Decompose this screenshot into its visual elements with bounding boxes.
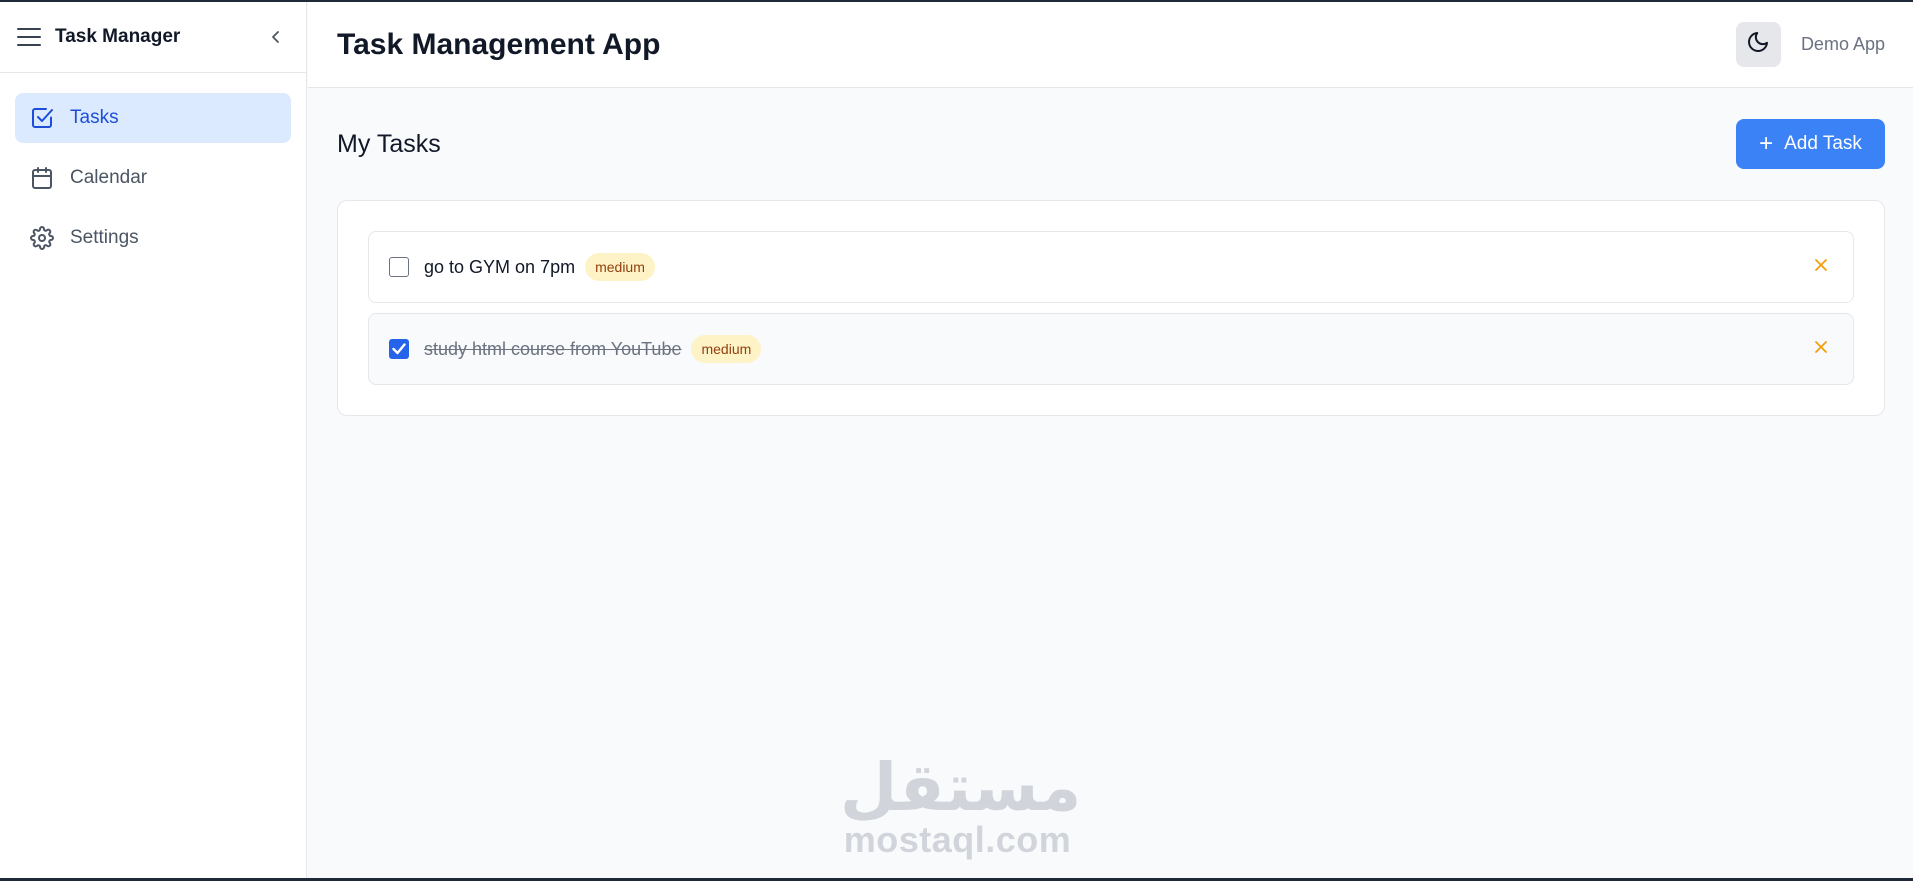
- sidebar: Task Manager Tasks Calendar Settings: [0, 2, 307, 878]
- task-checkbox[interactable]: [389, 257, 409, 277]
- task-checkbox[interactable]: [389, 339, 409, 359]
- moon-icon: [1746, 30, 1770, 59]
- demo-app-label: Demo App: [1800, 34, 1885, 54]
- add-task-label: Add Task: [1784, 133, 1862, 154]
- top-bar: Task Management App Demo App: [308, 2, 1913, 88]
- watermark-arabic: مستقل: [840, 749, 1082, 826]
- plus-icon: +: [1759, 130, 1774, 157]
- priority-badge: medium: [691, 335, 762, 363]
- page-title: Task Management App: [337, 27, 661, 61]
- sidebar-item-settings[interactable]: Settings: [15, 213, 291, 263]
- close-icon: [1814, 258, 1828, 277]
- sidebar-item-label: Calendar: [70, 167, 148, 188]
- theme-toggle-button[interactable]: [1735, 22, 1781, 67]
- menu-icon[interactable]: [16, 25, 42, 49]
- watermark-latin: mostaql.com: [843, 819, 1072, 860]
- tasks-header: My Tasks + Add Task: [337, 119, 1885, 169]
- section-title: My Tasks: [337, 129, 441, 158]
- task-item: go to GYM on 7pm medium: [368, 231, 1854, 303]
- delete-task-button[interactable]: [1809, 337, 1833, 361]
- add-task-button[interactable]: + Add Task: [1736, 119, 1885, 169]
- main-content: My Tasks + Add Task go to GYM on 7pm med…: [308, 89, 1913, 878]
- task-text: study html course from YouTube: [424, 338, 682, 359]
- app-window: Task Manager Tasks Calendar Settings Tas…: [0, 0, 1913, 881]
- calendar-icon: [30, 166, 54, 190]
- sidebar-item-calendar[interactable]: Calendar: [15, 153, 291, 203]
- delete-task-button[interactable]: [1809, 255, 1833, 279]
- sidebar-nav: Tasks Calendar Settings: [0, 73, 306, 293]
- sidebar-title: Task Manager: [55, 26, 181, 47]
- sidebar-item-label: Tasks: [70, 107, 119, 128]
- close-icon: [1814, 340, 1828, 359]
- priority-badge: medium: [585, 253, 655, 281]
- sidebar-header: Task Manager: [0, 2, 306, 73]
- sidebar-item-label: Settings: [70, 227, 139, 248]
- task-list: go to GYM on 7pm medium study html cours…: [337, 200, 1885, 416]
- gear-icon: [30, 226, 54, 250]
- check-square-icon: [30, 106, 54, 130]
- watermark: مستقل mostaql.com: [840, 749, 1082, 860]
- task-text: go to GYM on 7pm: [424, 256, 576, 277]
- task-item: study html course from YouTube medium: [368, 313, 1854, 385]
- sidebar-item-tasks[interactable]: Tasks: [15, 93, 291, 143]
- chevron-left-icon[interactable]: [262, 23, 290, 51]
